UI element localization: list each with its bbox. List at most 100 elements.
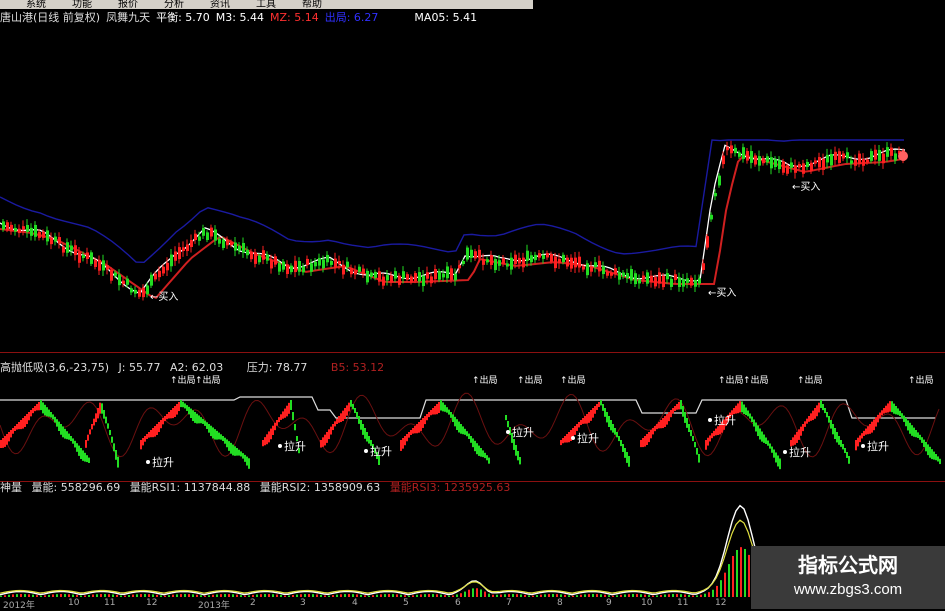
oscillator-bar — [2, 438, 4, 448]
oscillator-bar — [836, 432, 838, 443]
oscillator-bar — [22, 418, 24, 429]
oscillator-bar — [810, 413, 812, 421]
oscillator-bar — [222, 436, 224, 442]
exit-signal-label: ↑出局 — [560, 374, 586, 386]
oscillator-bar — [578, 422, 580, 428]
oscillator-bar — [588, 412, 590, 423]
price-chart[interactable]: ←买入 ←买入←买入↑出局 ↑出局 ↑出局 ↑出局 ↑出局 ↑出局 ↑出局 ↑出局 ↑出局拉升拉升… — [0, 0, 945, 609]
candle-body — [190, 240, 193, 248]
candle-body — [850, 160, 853, 164]
volume-bar — [136, 594, 138, 597]
oscillator-bar — [366, 432, 368, 442]
oscillator-bar — [456, 419, 458, 430]
oscillator-bar — [78, 445, 80, 456]
candle-body — [454, 273, 457, 281]
candle-body — [630, 269, 633, 281]
candle-body — [302, 266, 305, 273]
candle-body — [238, 245, 241, 251]
candle-body — [246, 249, 249, 256]
volume-bar — [392, 594, 394, 597]
volume-rsi2-line — [0, 519, 761, 594]
volume-bar — [544, 594, 546, 597]
oscillator-bar — [358, 416, 360, 424]
candle-body — [638, 279, 641, 284]
candle-body — [670, 278, 673, 287]
oscillator-bar — [93, 418, 95, 426]
candle-body — [642, 275, 645, 280]
oscillator-bar — [806, 418, 808, 424]
last-price-marker — [898, 151, 908, 161]
volume-bar — [68, 594, 70, 597]
candle-body — [790, 162, 793, 168]
oscillator-bar — [26, 414, 28, 425]
oscillator-bar — [834, 428, 836, 439]
volume-bar — [120, 595, 122, 597]
oscillator-bar — [148, 432, 150, 438]
oscillator-bar — [678, 402, 680, 410]
volume-bar — [488, 593, 490, 597]
volume-bar — [560, 594, 562, 597]
volume-bar — [708, 592, 710, 597]
oscillator-bar — [200, 417, 202, 424]
oscillator-bar — [857, 437, 859, 447]
oscillator-bar — [925, 442, 927, 452]
volume-bar — [572, 595, 574, 597]
oscillator-bar — [142, 438, 144, 446]
oscillator-bar — [342, 410, 344, 422]
oscillator-bar — [517, 451, 519, 461]
oscillator-bar — [362, 424, 364, 435]
oscillator-bar — [739, 401, 741, 413]
candle-body — [818, 157, 821, 168]
volume-bar — [468, 589, 470, 597]
candle-body — [866, 159, 869, 163]
candle-body — [586, 263, 589, 276]
oscillator-bar — [70, 436, 72, 442]
volume-bar — [436, 594, 438, 597]
candle-body — [690, 277, 693, 286]
volume-bar — [476, 588, 478, 597]
candle-body — [802, 163, 805, 174]
oscillator-bar — [604, 408, 606, 417]
oscillator-bar — [348, 402, 350, 412]
oscillator-bar — [668, 412, 670, 422]
volume-bar — [36, 595, 38, 597]
candle-body — [262, 250, 265, 260]
volume-bar — [292, 594, 294, 597]
volume-bar — [244, 595, 246, 597]
volume-bar — [372, 595, 374, 597]
oscillator-bar — [400, 440, 402, 451]
oscillator-bar — [670, 410, 672, 418]
oscillator-bar — [915, 430, 917, 438]
candle-body — [218, 239, 221, 244]
oscillator-bar — [82, 450, 84, 461]
oscillator-bar — [356, 412, 358, 419]
candle-body — [106, 265, 109, 270]
oscillator-bar — [84, 452, 86, 462]
candle-body — [750, 151, 753, 163]
volume-bar — [532, 595, 534, 597]
candle-body — [478, 249, 481, 258]
oscillator-bar — [816, 405, 818, 417]
oscillator-bar — [226, 439, 228, 448]
candle-body — [618, 271, 621, 280]
oscillator-bar — [154, 426, 156, 437]
oscillator-bar — [883, 408, 885, 414]
candle-body — [698, 278, 701, 284]
oscillator-bar — [89, 429, 91, 435]
oscillator-bar — [152, 428, 154, 438]
oscillator-bar — [416, 424, 418, 434]
candle-body — [482, 259, 485, 265]
oscillator-bar — [482, 450, 484, 458]
candle-body — [598, 260, 601, 272]
candle-body — [466, 247, 469, 260]
oscillator-bar — [352, 404, 354, 410]
volume-bar — [360, 594, 362, 597]
axis-tick-label: 4 — [352, 598, 358, 608]
axis-tick-label: 10 — [641, 598, 653, 608]
oscillator-bar — [32, 408, 34, 414]
buy-signal-label: ←买入 — [792, 181, 820, 193]
a2-value: A2: 62.03 — [169, 361, 224, 374]
oscillator-bar — [893, 403, 895, 414]
rsi3-value: 量能RSI3: 1235925.63 — [389, 481, 511, 494]
volume-bar — [160, 595, 162, 597]
